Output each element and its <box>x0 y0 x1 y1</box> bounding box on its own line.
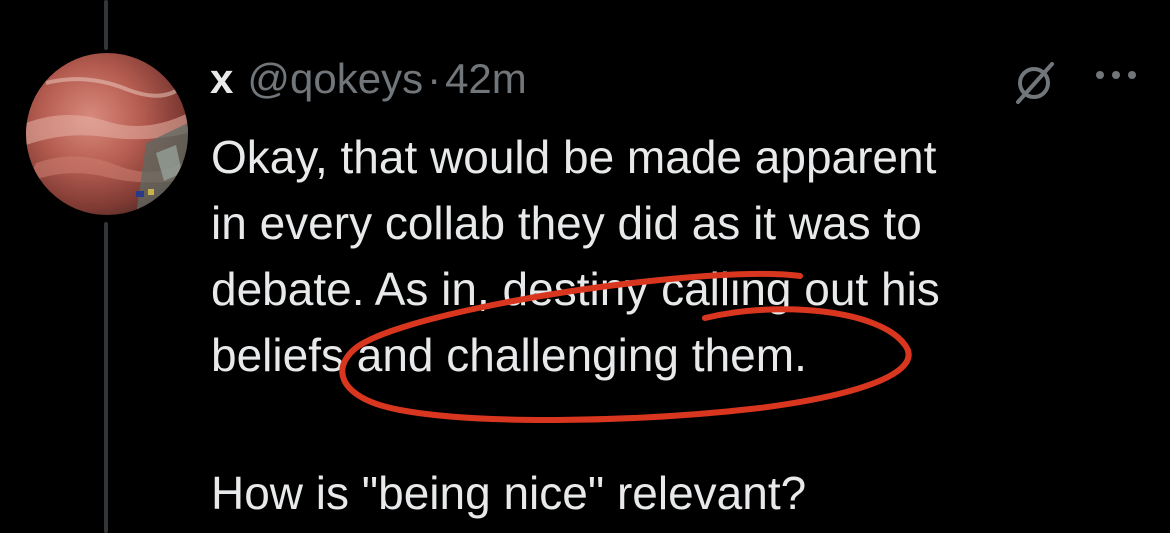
avatar[interactable] <box>26 53 188 215</box>
tweet-header: x @qokeys · 42m <box>210 55 527 103</box>
paragraph-break <box>211 388 1111 454</box>
tweet-text-line: How is "being nice" relevant? <box>211 467 807 519</box>
tweet-text: Okay, that would be made apparent in eve… <box>211 124 1111 526</box>
tweet-text-line: in every collab they did as it was to <box>211 197 922 249</box>
thread-line-top <box>104 0 108 50</box>
grok-icon[interactable] <box>1012 60 1058 106</box>
timestamp[interactable]: 42m <box>445 55 527 103</box>
tweet-text-line: debate. As in, destiny calling out his <box>211 263 940 315</box>
tweet-text-line: beliefs and challenging them. <box>211 329 807 381</box>
user-handle[interactable]: @qokeys <box>247 55 423 103</box>
tweet-text-line: Okay, that would be made apparent <box>211 131 937 183</box>
more-options-icon[interactable] <box>1090 60 1142 90</box>
thread-line-bottom <box>104 222 108 533</box>
separator-dot: · <box>427 55 442 102</box>
display-name[interactable]: x <box>210 55 233 103</box>
